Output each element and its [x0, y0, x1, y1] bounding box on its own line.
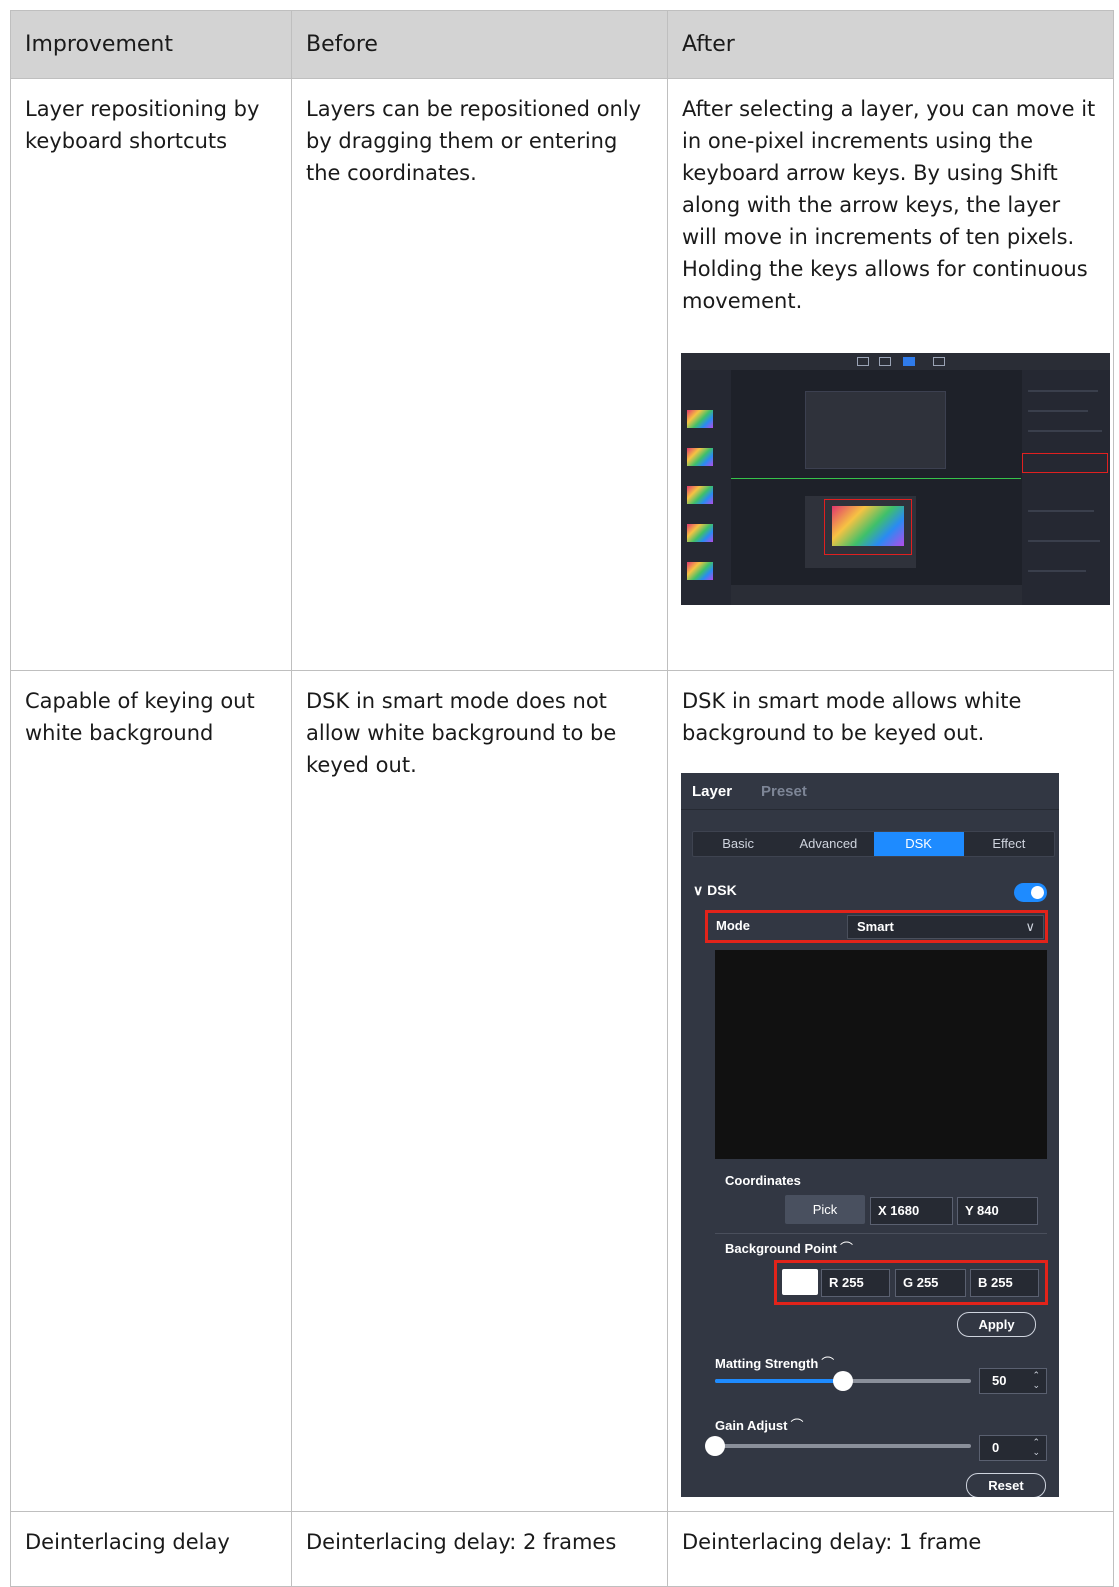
editor-top-toolbar	[681, 353, 1110, 370]
gain-adjust-slider[interactable]	[705, 1436, 971, 1456]
header-before: Before	[291, 10, 668, 79]
cell-after: Deinterlacing delay: 1 frame	[667, 1511, 1114, 1587]
editor-source-panel	[681, 370, 731, 605]
after-text: After selecting a layer, you can move it…	[682, 97, 1096, 313]
layer-tabs: Basic Advanced DSK Effect	[692, 831, 1055, 857]
improvement-text: Layer repositioning by keyboard shortcut…	[25, 97, 260, 153]
tab-layer[interactable]: Layer	[692, 784, 732, 800]
source-thumbnail	[687, 562, 713, 580]
dsk-section-header[interactable]: ∨ DSK	[693, 882, 737, 898]
before-text: DSK in smart mode does not allow white b…	[306, 689, 617, 777]
layer-icon	[903, 357, 915, 366]
editor-bottom-toolbar	[731, 585, 1022, 605]
source-thumbnail	[687, 448, 713, 466]
slider-handle[interactable]	[833, 1371, 853, 1391]
tab-advanced[interactable]: Advanced	[783, 832, 873, 856]
mode-select[interactable]: Smart ∨	[847, 915, 1044, 939]
section-divider	[715, 1233, 1047, 1234]
key-preview[interactable]	[715, 950, 1047, 1159]
matting-strength-slider[interactable]	[715, 1371, 971, 1391]
mode-value: Smart	[857, 919, 894, 934]
panel-header: Layer Preset	[681, 773, 1059, 810]
source-thumbnail	[687, 486, 713, 504]
chevron-down-icon: ∨	[1025, 919, 1035, 934]
matting-strength-label: Matting Strength ⌒	[715, 1356, 835, 1371]
b-field[interactable]: B 255	[970, 1269, 1039, 1297]
pick-button[interactable]: Pick	[785, 1195, 865, 1224]
background-point-label: Background Point ⌒	[725, 1241, 853, 1256]
header-improvement: Improvement	[10, 10, 292, 79]
table-row: Capable of keying out white background D…	[10, 670, 1114, 1512]
mode-label: Mode	[716, 918, 750, 933]
y-coordinate-field[interactable]: Y 840	[957, 1197, 1038, 1225]
divider-line	[731, 478, 1021, 479]
tab-basic[interactable]: Basic	[693, 832, 783, 856]
after-text: Deinterlacing delay: 1 frame	[682, 1530, 982, 1554]
cell-improvement: Layer repositioning by keyboard shortcut…	[10, 78, 292, 671]
table-row: Deinterlacing delay Deinterlacing delay:…	[10, 1511, 1114, 1587]
slider-fill	[715, 1379, 843, 1383]
program-canvas	[805, 391, 946, 469]
coordinates-label: Coordinates	[725, 1173, 801, 1188]
improvement-text: Deinterlacing delay	[25, 1530, 230, 1554]
layout-icon	[879, 357, 891, 366]
reset-icon[interactable]: ⌒	[840, 1241, 853, 1256]
selected-layer-outline	[824, 499, 912, 555]
cell-improvement: Capable of keying out white background	[10, 670, 292, 1512]
source-thumbnail	[687, 524, 713, 542]
slider-handle[interactable]	[705, 1436, 725, 1456]
stepper-icon[interactable]: ⌃ ⌄	[1032, 1370, 1040, 1390]
reset-icon[interactable]: ⌒	[790, 1418, 803, 1433]
before-text: Deinterlacing delay: 2 frames	[306, 1530, 617, 1554]
background-color-swatch[interactable]	[782, 1269, 818, 1295]
coordinates-highlight	[1022, 453, 1108, 473]
gain-adjust-label: Gain Adjust ⌒	[715, 1418, 804, 1433]
editor-screenshot	[681, 353, 1110, 605]
table-row: Layer repositioning by keyboard shortcut…	[10, 78, 1114, 671]
tab-effect[interactable]: Effect	[964, 832, 1054, 856]
cell-after: After selecting a layer, you can move it…	[667, 78, 1114, 671]
matting-strength-input[interactable]: 50 ⌃ ⌄	[979, 1368, 1047, 1394]
dsk-section-title: DSK	[707, 882, 737, 898]
after-text: DSK in smart mode allows white backgroun…	[682, 689, 1022, 745]
gain-adjust-input[interactable]: 0 ⌃ ⌄	[979, 1435, 1047, 1461]
comparison-table: Improvement Before After Layer repositio…	[10, 10, 1114, 1587]
apply-button[interactable]: Apply	[957, 1312, 1036, 1337]
tab-preset[interactable]: Preset	[761, 784, 807, 800]
source-thumbnail	[687, 410, 713, 428]
editor-properties-panel	[1022, 370, 1110, 605]
cell-improvement: Deinterlacing delay	[10, 1511, 292, 1587]
tab-dsk[interactable]: DSK	[873, 832, 964, 856]
dsk-toggle[interactable]	[1014, 883, 1047, 902]
chevron-down-icon: ∨	[693, 882, 704, 898]
cell-after: DSK in smart mode allows white backgroun…	[667, 670, 1114, 1512]
before-text: Layers can be repositioned only by dragg…	[306, 97, 642, 185]
dsk-panel-screenshot: Layer Preset Basic Advanced DSK Effect ∨…	[681, 773, 1059, 1497]
g-field[interactable]: G 255	[895, 1269, 966, 1297]
add-icon	[933, 357, 945, 366]
table-header-row: Improvement Before After	[10, 10, 1114, 79]
header-after: After	[667, 10, 1114, 79]
cell-before: DSK in smart mode does not allow white b…	[291, 670, 668, 1512]
x-coordinate-field[interactable]: X 1680	[870, 1197, 953, 1225]
cell-before: Deinterlacing delay: 2 frames	[291, 1511, 668, 1587]
reset-icon[interactable]: ⌒	[821, 1356, 834, 1371]
r-field[interactable]: R 255	[821, 1269, 890, 1297]
layout-icon	[857, 357, 869, 366]
improvement-text: Capable of keying out white background	[25, 689, 255, 745]
cell-before: Layers can be repositioned only by dragg…	[291, 78, 668, 671]
stepper-icon[interactable]: ⌃ ⌄	[1032, 1437, 1040, 1457]
reset-button[interactable]: Reset	[966, 1473, 1046, 1497]
